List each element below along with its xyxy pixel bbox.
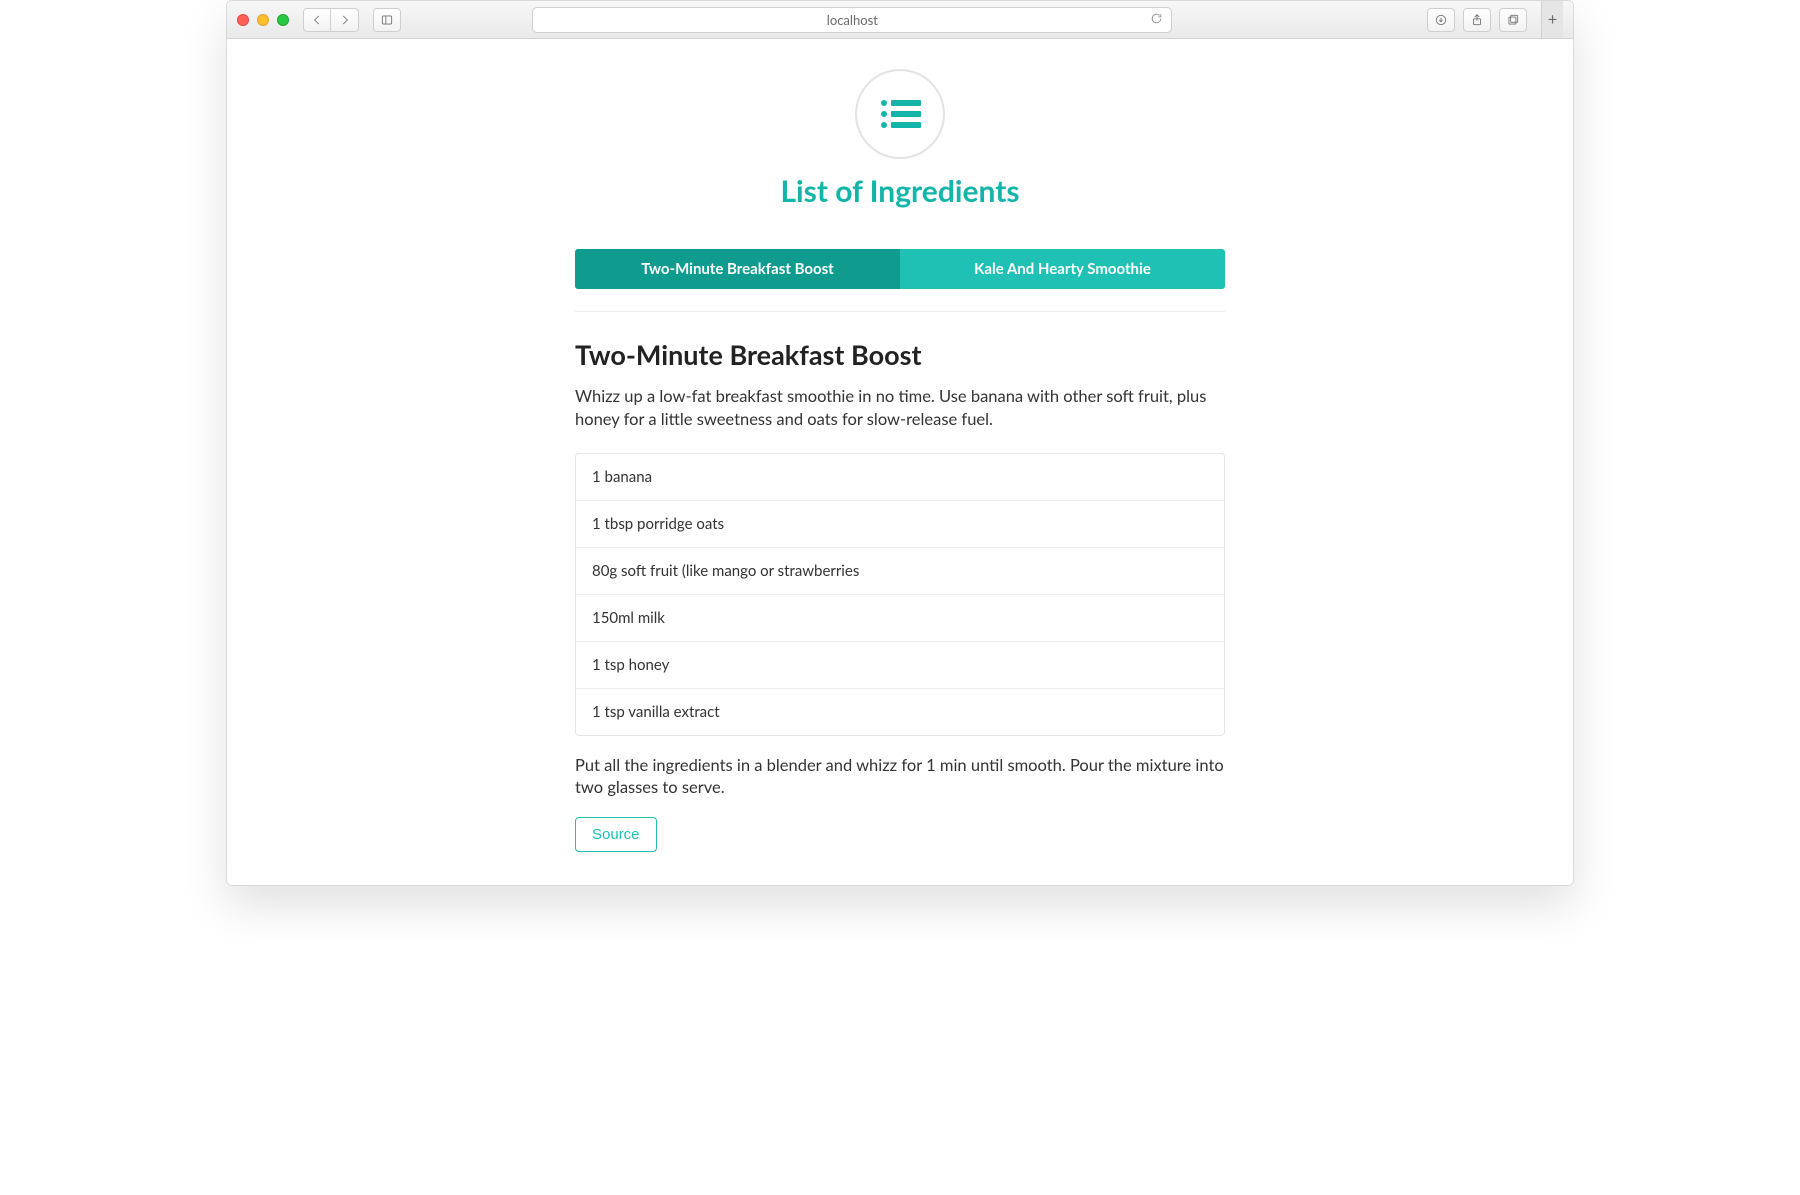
minimize-window-button[interactable] <box>257 14 269 26</box>
titlebar: localhost + <box>227 1 1573 39</box>
recipe-method: Put all the ingredients in a blender and… <box>575 754 1225 800</box>
list-item: 150ml milk <box>576 594 1224 641</box>
download-icon <box>1434 13 1448 27</box>
list-item: 1 tbsp porridge oats <box>576 500 1224 547</box>
viewport[interactable]: List of Ingredients Two-Minute Breakfast… <box>227 39 1573 885</box>
tab-label: Kale And Hearty Smoothie <box>974 260 1151 278</box>
zoom-window-button[interactable] <box>277 14 289 26</box>
hero-icon-circle <box>855 69 945 159</box>
tabs-button[interactable] <box>1499 8 1527 32</box>
reload-icon <box>1150 12 1163 25</box>
tabs-icon <box>1506 13 1520 27</box>
tab-two-minute-breakfast-boost[interactable]: Two-Minute Breakfast Boost <box>575 249 900 289</box>
share-icon <box>1470 13 1484 27</box>
list-item: 80g soft fruit (like mango or strawberri… <box>576 547 1224 594</box>
toolbar-right <box>1427 8 1527 32</box>
hero: List of Ingredients <box>575 69 1225 209</box>
close-window-button[interactable] <box>237 14 249 26</box>
recipe-tabs: Two-Minute Breakfast Boost Kale And Hear… <box>575 249 1225 289</box>
page-content: List of Ingredients Two-Minute Breakfast… <box>575 39 1225 885</box>
tab-label: Two-Minute Breakfast Boost <box>641 260 834 278</box>
page-title: List of Ingredients <box>575 173 1225 209</box>
recipe-lede: Whizz up a low-fat breakfast smoothie in… <box>575 385 1225 431</box>
new-tab-button[interactable]: + <box>1541 1 1563 38</box>
list-icon <box>879 97 921 131</box>
address-bar-container: localhost <box>532 7 1172 33</box>
list-item: 1 banana <box>576 454 1224 500</box>
tab-kale-and-hearty-smoothie[interactable]: Kale And Hearty Smoothie <box>900 249 1225 289</box>
downloads-button[interactable] <box>1427 8 1455 32</box>
source-button[interactable]: Source <box>575 817 657 852</box>
chevron-right-icon <box>338 13 352 27</box>
recipe-title: Two-Minute Breakfast Boost <box>575 338 1225 371</box>
window-controls <box>237 14 289 26</box>
source-button-label: Source <box>592 826 640 843</box>
sidebar-icon <box>380 13 394 27</box>
address-text: localhost <box>827 12 878 28</box>
reload-button[interactable] <box>1150 12 1163 28</box>
browser-window: localhost + <box>226 0 1574 886</box>
list-item: 1 tsp honey <box>576 641 1224 688</box>
back-button[interactable] <box>303 8 331 32</box>
address-bar[interactable]: localhost <box>532 7 1172 33</box>
share-button[interactable] <box>1463 8 1491 32</box>
sidebar-toggle-button[interactable] <box>373 8 401 32</box>
divider <box>575 311 1225 312</box>
list-item: 1 tsp vanilla extract <box>576 688 1224 735</box>
nav-buttons <box>303 8 359 32</box>
ingredient-list: 1 banana 1 tbsp porridge oats 80g soft f… <box>575 453 1225 736</box>
chevron-left-icon <box>310 13 324 27</box>
forward-button[interactable] <box>331 8 359 32</box>
